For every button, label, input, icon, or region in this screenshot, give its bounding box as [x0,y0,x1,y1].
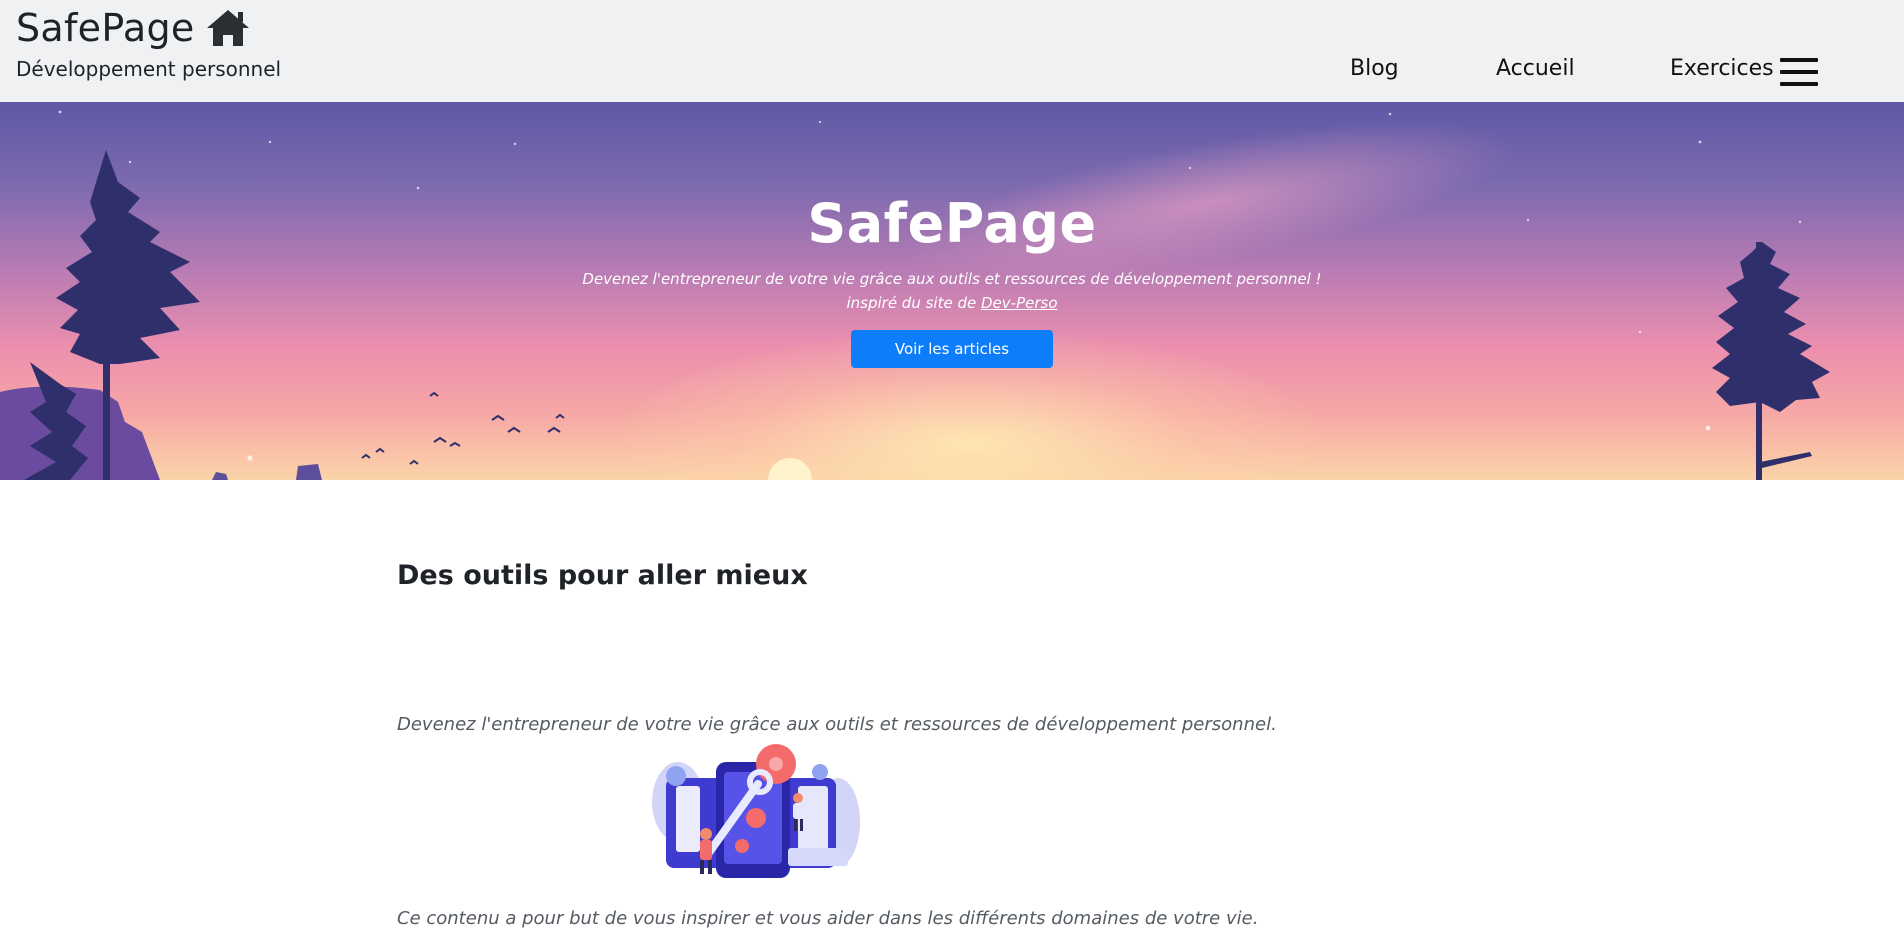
section-title: Des outils pour aller mieux [397,560,808,591]
intro-paragraph: Ce contenu a pour but de vous inspirer e… [397,908,1259,928]
hero-banner: SafePage Devenez l'entrepreneur de votre… [0,102,1904,480]
hero-subtitle: Devenez l'entrepreneur de votre vie grâc… [582,270,1322,288]
brand-link[interactable]: SafePage [16,6,251,50]
landscape-silhouettes [0,110,1830,480]
home-icon [206,10,249,46]
brand-subtitle: Développement personnel [16,57,282,81]
hamburger-menu-icon[interactable] [1780,58,1818,86]
nav-link-blog[interactable]: Blog [1350,56,1399,81]
hero-title: SafePage [807,192,1097,255]
birds [361,391,565,465]
tools-illustration [652,744,860,878]
hero-inspired-prefix: inspiré du site de [846,294,981,312]
voir-articles-button[interactable]: Voir les articles [851,330,1053,368]
lead-text: Devenez l'entrepreneur de votre vie grâc… [397,714,1277,735]
dev-perso-link[interactable]: Dev-Perso [981,294,1058,312]
nav-link-exercices[interactable]: Exercices [1670,56,1774,81]
nav-link-accueil[interactable]: Accueil [1496,56,1575,81]
brand-title: SafePage [16,6,195,50]
top-navbar: SafePage Développement personnel Blog Ac… [0,0,1904,102]
hero-inspired-line: inspiré du site de Dev-Perso [0,294,1904,312]
